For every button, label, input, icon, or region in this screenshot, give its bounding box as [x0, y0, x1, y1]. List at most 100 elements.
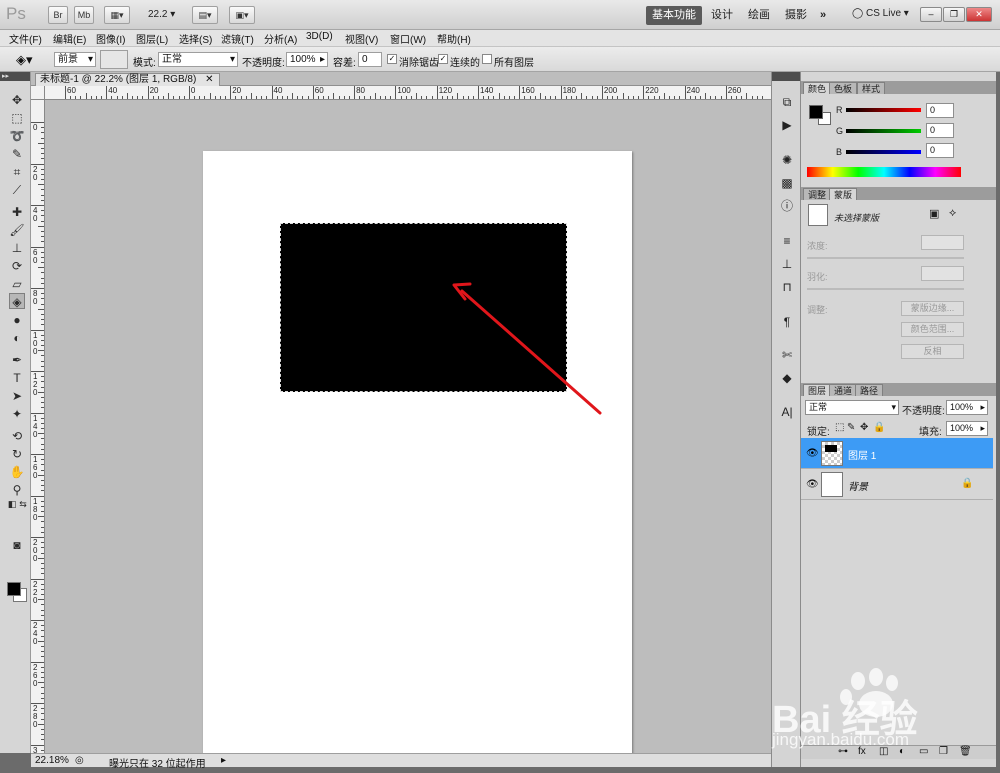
- pen-tool-icon[interactable]: ✒: [9, 352, 25, 368]
- lock-position-icon[interactable]: ✥: [860, 422, 868, 433]
- swap-colors-icon[interactable]: ⇆: [15, 496, 31, 512]
- restore-button[interactable]: ❐: [943, 7, 965, 22]
- layer-opacity-input[interactable]: 100% ▸: [946, 400, 988, 415]
- marquee-tool-icon[interactable]: ⬚: [9, 110, 25, 126]
- close-button[interactable]: ✕: [966, 7, 992, 22]
- menu-layer[interactable]: 图层(L): [136, 31, 168, 46]
- layer-style-icon[interactable]: fx: [858, 746, 866, 757]
- new-group-icon[interactable]: ▭: [919, 746, 928, 757]
- shape-tool-icon[interactable]: ✦: [9, 406, 25, 422]
- cs-live-button[interactable]: ◯ CS Live ▾: [852, 8, 909, 19]
- contiguous-checkbox[interactable]: ✓: [438, 54, 448, 64]
- status-zoom[interactable]: 22.18%: [35, 755, 69, 766]
- vertical-ruler[interactable]: 0 20 40 60 80 100 120 140 160 180 200 220 240 260 280 3…: [31, 100, 45, 753]
- color-fg-swatch[interactable]: [809, 105, 823, 119]
- mini-bridge-button[interactable]: Mb: [74, 6, 94, 24]
- histogram-panel-icon[interactable]: ▩: [779, 175, 795, 191]
- horizontal-ruler[interactable]: 60 40 20 0 20 40 60 80 100 120 140 160 180 200 220 240 2…: [45, 86, 771, 100]
- 3d-orbit-tool-icon[interactable]: ↻: [9, 446, 25, 462]
- lock-transparency-icon[interactable]: ⬚: [835, 422, 844, 433]
- actions-panel-icon[interactable]: ▶: [779, 117, 795, 133]
- layer-name[interactable]: 图层 1: [848, 447, 876, 462]
- character-panel-icon[interactable]: A|: [779, 404, 795, 420]
- workspace-painting[interactable]: 绘画: [742, 6, 776, 25]
- canvas-pasteboard[interactable]: [45, 100, 771, 758]
- tolerance-input[interactable]: 0: [358, 52, 382, 67]
- visibility-eye-icon[interactable]: 👁: [806, 448, 819, 459]
- red-slider[interactable]: [846, 108, 921, 112]
- path-selection-tool-icon[interactable]: ➤: [9, 388, 25, 404]
- tab-styles[interactable]: 样式: [857, 82, 886, 94]
- tab-layers[interactable]: 图层: [803, 384, 832, 396]
- green-slider[interactable]: [846, 129, 921, 133]
- color-range-button[interactable]: 颜色范围...: [901, 322, 964, 337]
- menu-file[interactable]: 文件(F): [9, 31, 42, 46]
- layer-row-background[interactable]: 👁 背景 🔒: [801, 469, 993, 500]
- more-workspaces-button[interactable]: »: [814, 6, 832, 25]
- ruler-origin[interactable]: [31, 86, 45, 100]
- new-layer-icon[interactable]: ❐: [939, 746, 948, 757]
- red-input[interactable]: 0: [926, 103, 954, 118]
- quick-mask-icon[interactable]: ◙: [9, 537, 25, 553]
- screen-mode-icon[interactable]: ▣▾: [229, 6, 255, 24]
- tab-paths[interactable]: 路径: [855, 384, 884, 396]
- pattern-picker[interactable]: [100, 50, 128, 69]
- brush-presets-icon[interactable]: ≡: [779, 233, 795, 249]
- quick-select-tool-icon[interactable]: ✎: [9, 146, 25, 162]
- mode-select[interactable]: 正常 ▾: [158, 52, 238, 67]
- black-filled-selection[interactable]: [280, 223, 567, 392]
- density-slider[interactable]: [807, 257, 964, 259]
- foreground-color-swatch[interactable]: [7, 582, 21, 596]
- tab-color[interactable]: 颜色: [803, 82, 832, 94]
- vector-mask-icon[interactable]: ⟡: [949, 207, 956, 220]
- clone-source-icon[interactable]: ⊥: [779, 256, 795, 272]
- lock-all-icon[interactable]: 🔒: [873, 422, 885, 433]
- dodge-tool-icon[interactable]: ◐: [9, 330, 25, 346]
- workspace-design[interactable]: 设计: [705, 6, 739, 25]
- visibility-eye-icon[interactable]: 👁: [806, 479, 819, 490]
- toolbox-grip[interactable]: ▸▸: [0, 72, 30, 81]
- green-input[interactable]: 0: [926, 123, 954, 138]
- menu-filter[interactable]: 滤镜(T): [221, 31, 254, 46]
- crop-tool-icon[interactable]: ⌗: [9, 164, 25, 180]
- tab-adjustments[interactable]: 调整: [803, 188, 832, 200]
- blur-tool-icon[interactable]: ●: [9, 312, 25, 328]
- hand-tool-icon[interactable]: ✋: [9, 464, 25, 480]
- menu-3d[interactable]: 3D(D): [306, 31, 333, 42]
- invert-button[interactable]: 反相: [901, 344, 964, 359]
- menu-help[interactable]: 帮助(H): [437, 31, 471, 46]
- brush-panel-icon[interactable]: ✄: [779, 347, 795, 363]
- paragraph-panel-icon[interactable]: ¶: [779, 314, 795, 330]
- menu-view[interactable]: 视图(V): [345, 31, 378, 46]
- eyedropper-tool-icon[interactable]: ⟋: [9, 182, 25, 198]
- delete-layer-icon[interactable]: 🗑: [959, 746, 972, 757]
- mask-edge-button[interactable]: 蒙版边缘...: [901, 301, 964, 316]
- history-panel-icon[interactable]: ⧉: [779, 94, 795, 110]
- antialias-checkbox[interactable]: ✓: [387, 54, 397, 64]
- minimize-button[interactable]: –: [920, 7, 942, 22]
- layer-name[interactable]: 背景: [848, 478, 868, 493]
- document-canvas[interactable]: [203, 151, 632, 758]
- zoom-level-dropdown[interactable]: 22.2 ▾: [148, 9, 175, 20]
- menu-analysis[interactable]: 分析(A): [264, 31, 297, 46]
- color-spectrum-bar[interactable]: [807, 167, 961, 177]
- all-layers-checkbox[interactable]: [482, 54, 492, 64]
- layer-row-layer1[interactable]: 👁 图层 1: [801, 438, 993, 469]
- blend-mode-select[interactable]: 正常 ▾: [805, 400, 899, 415]
- add-mask-icon[interactable]: ◫: [879, 746, 888, 757]
- blue-slider[interactable]: [846, 150, 921, 154]
- brush-tool-icon[interactable]: 🖌: [9, 222, 25, 238]
- history-brush-tool-icon[interactable]: ⟳: [9, 258, 25, 274]
- density-input[interactable]: [921, 235, 964, 250]
- arrange-documents-icon[interactable]: ▤▾: [192, 6, 218, 24]
- info-panel-icon[interactable]: ⓘ: [779, 198, 795, 214]
- view-extras-icon[interactable]: ▦▾: [104, 6, 130, 24]
- pixel-mask-icon[interactable]: ▣: [929, 207, 939, 220]
- dock-grip[interactable]: [772, 72, 800, 81]
- eraser-tool-icon[interactable]: ▱: [9, 276, 25, 292]
- close-tab-icon[interactable]: ✕: [205, 74, 213, 85]
- navigator-panel-icon[interactable]: ✺: [779, 152, 795, 168]
- tool-presets-icon[interactable]: ⊓: [779, 279, 795, 295]
- fill-source-select[interactable]: 前景 ▾: [54, 52, 96, 67]
- opacity-input[interactable]: 100% ▸: [286, 52, 328, 67]
